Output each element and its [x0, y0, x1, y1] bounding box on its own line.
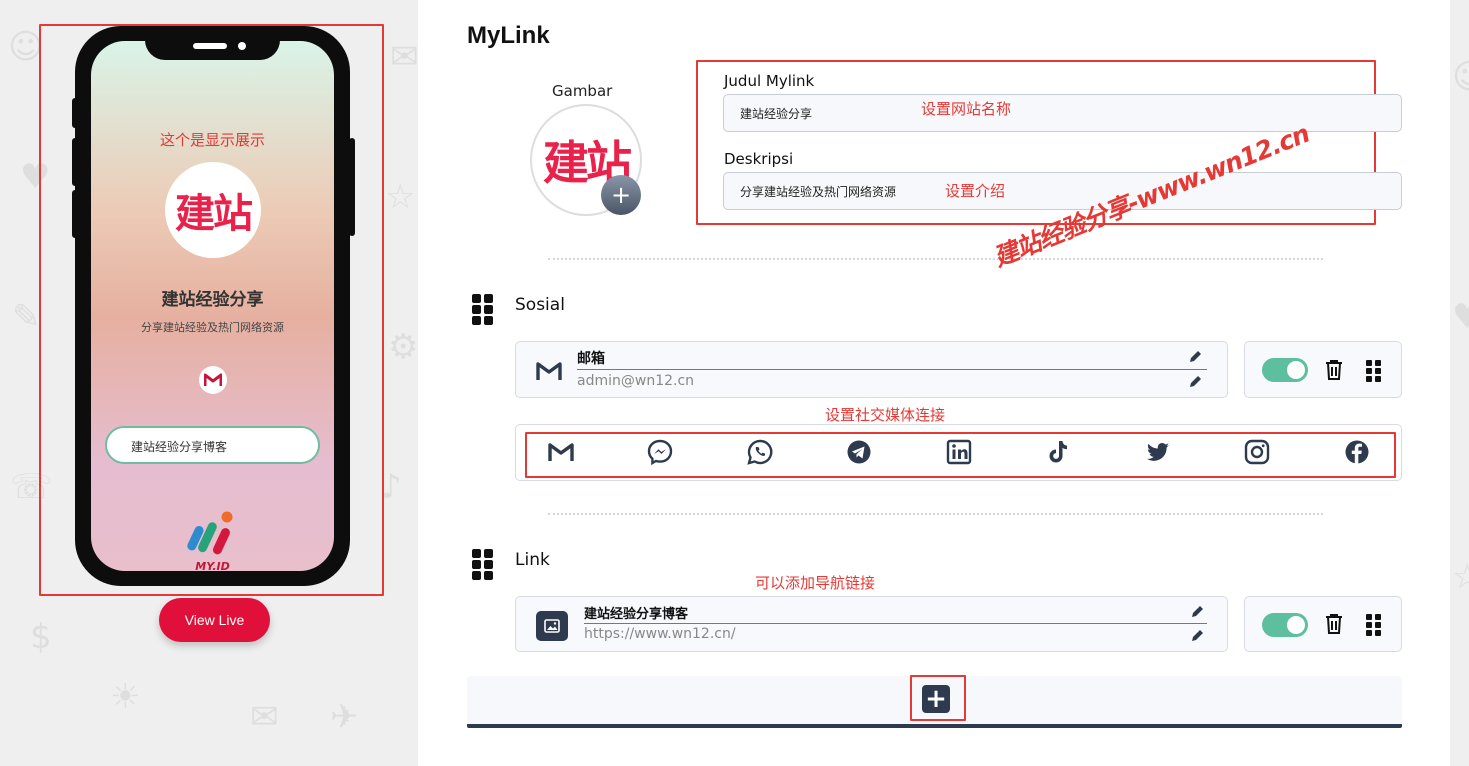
edit-pencil-icon[interactable] [1188, 375, 1202, 389]
social-item-card: 邮箱 admin@wn12.cn [515, 341, 1228, 398]
desc-input[interactable]: 分享建站经验及热门网络资源 [723, 172, 1402, 210]
link-item-card: 建站经验分享博客 https://www.wn12.cn/ [515, 596, 1228, 652]
divider [548, 258, 1323, 260]
gmail-icon [536, 362, 562, 380]
telegram-icon[interactable] [845, 438, 873, 466]
add-button-highlight-box [910, 675, 966, 721]
view-live-button[interactable]: View Live [159, 598, 270, 642]
link-section-drag-icon[interactable] [472, 549, 494, 580]
link-thumbnail-icon[interactable] [536, 611, 568, 641]
facebook-icon[interactable] [1343, 438, 1371, 466]
trash-icon[interactable] [1324, 359, 1344, 381]
social-item-value[interactable]: admin@wn12.cn [577, 373, 694, 389]
edit-pencil-icon[interactable] [1190, 629, 1204, 643]
gmail-icon[interactable] [547, 438, 575, 466]
social-annotation: 设置社交媒体连接 [825, 406, 946, 424]
desc-annotation: 设置介绍 [945, 182, 1006, 200]
preview-panel: 这个是显示展示 建站 建站经验分享 分享建站经验及热门网络资源 建站经验分享博客… [0, 0, 418, 766]
title-input[interactable]: 建站经验分享 [723, 94, 1402, 132]
drag-handle-icon[interactable] [1366, 614, 1382, 636]
editor-panel: MyLink Gambar 建站 + Judul Mylink 建站经验分享 设… [418, 0, 1450, 766]
phone-notch [145, 26, 280, 60]
social-section-drag-icon[interactable] [472, 294, 494, 325]
desc-label: Deskripsi [724, 150, 794, 168]
twitter-icon[interactable] [1144, 438, 1172, 466]
page-title: MyLink [467, 22, 550, 49]
image-label: Gambar [552, 82, 613, 100]
drag-handle-icon[interactable] [1366, 360, 1382, 382]
link-item-toggle[interactable] [1262, 613, 1308, 637]
title-annotation: 设置网站名称 [921, 100, 1012, 118]
edit-pencil-icon[interactable] [1190, 605, 1204, 619]
trash-icon[interactable] [1324, 613, 1344, 635]
link-item-title[interactable]: 建站经验分享博客 [584, 603, 688, 622]
link-item-actions [1244, 596, 1402, 652]
instagram-icon[interactable] [1243, 438, 1271, 466]
tiktok-icon[interactable] [1044, 438, 1072, 466]
social-item-actions [1244, 341, 1402, 398]
linkedin-icon[interactable] [945, 438, 973, 466]
avatar-upload-button[interactable]: + [601, 175, 641, 215]
link-item-url[interactable]: https://www.wn12.cn/ [584, 626, 736, 642]
title-label: Judul Mylink [724, 72, 815, 90]
social-item-title[interactable]: 邮箱 [577, 348, 605, 368]
preview-highlight-box [39, 24, 384, 596]
social-section-title: Sosial [515, 295, 565, 315]
divider [548, 513, 1323, 515]
whatsapp-icon[interactable] [746, 438, 774, 466]
edit-pencil-icon[interactable] [1188, 350, 1202, 364]
link-section-title: Link [515, 550, 550, 570]
link-annotation: 可以添加导航链接 [755, 574, 876, 592]
social-item-toggle[interactable] [1262, 358, 1308, 382]
messenger-icon[interactable] [646, 438, 674, 466]
